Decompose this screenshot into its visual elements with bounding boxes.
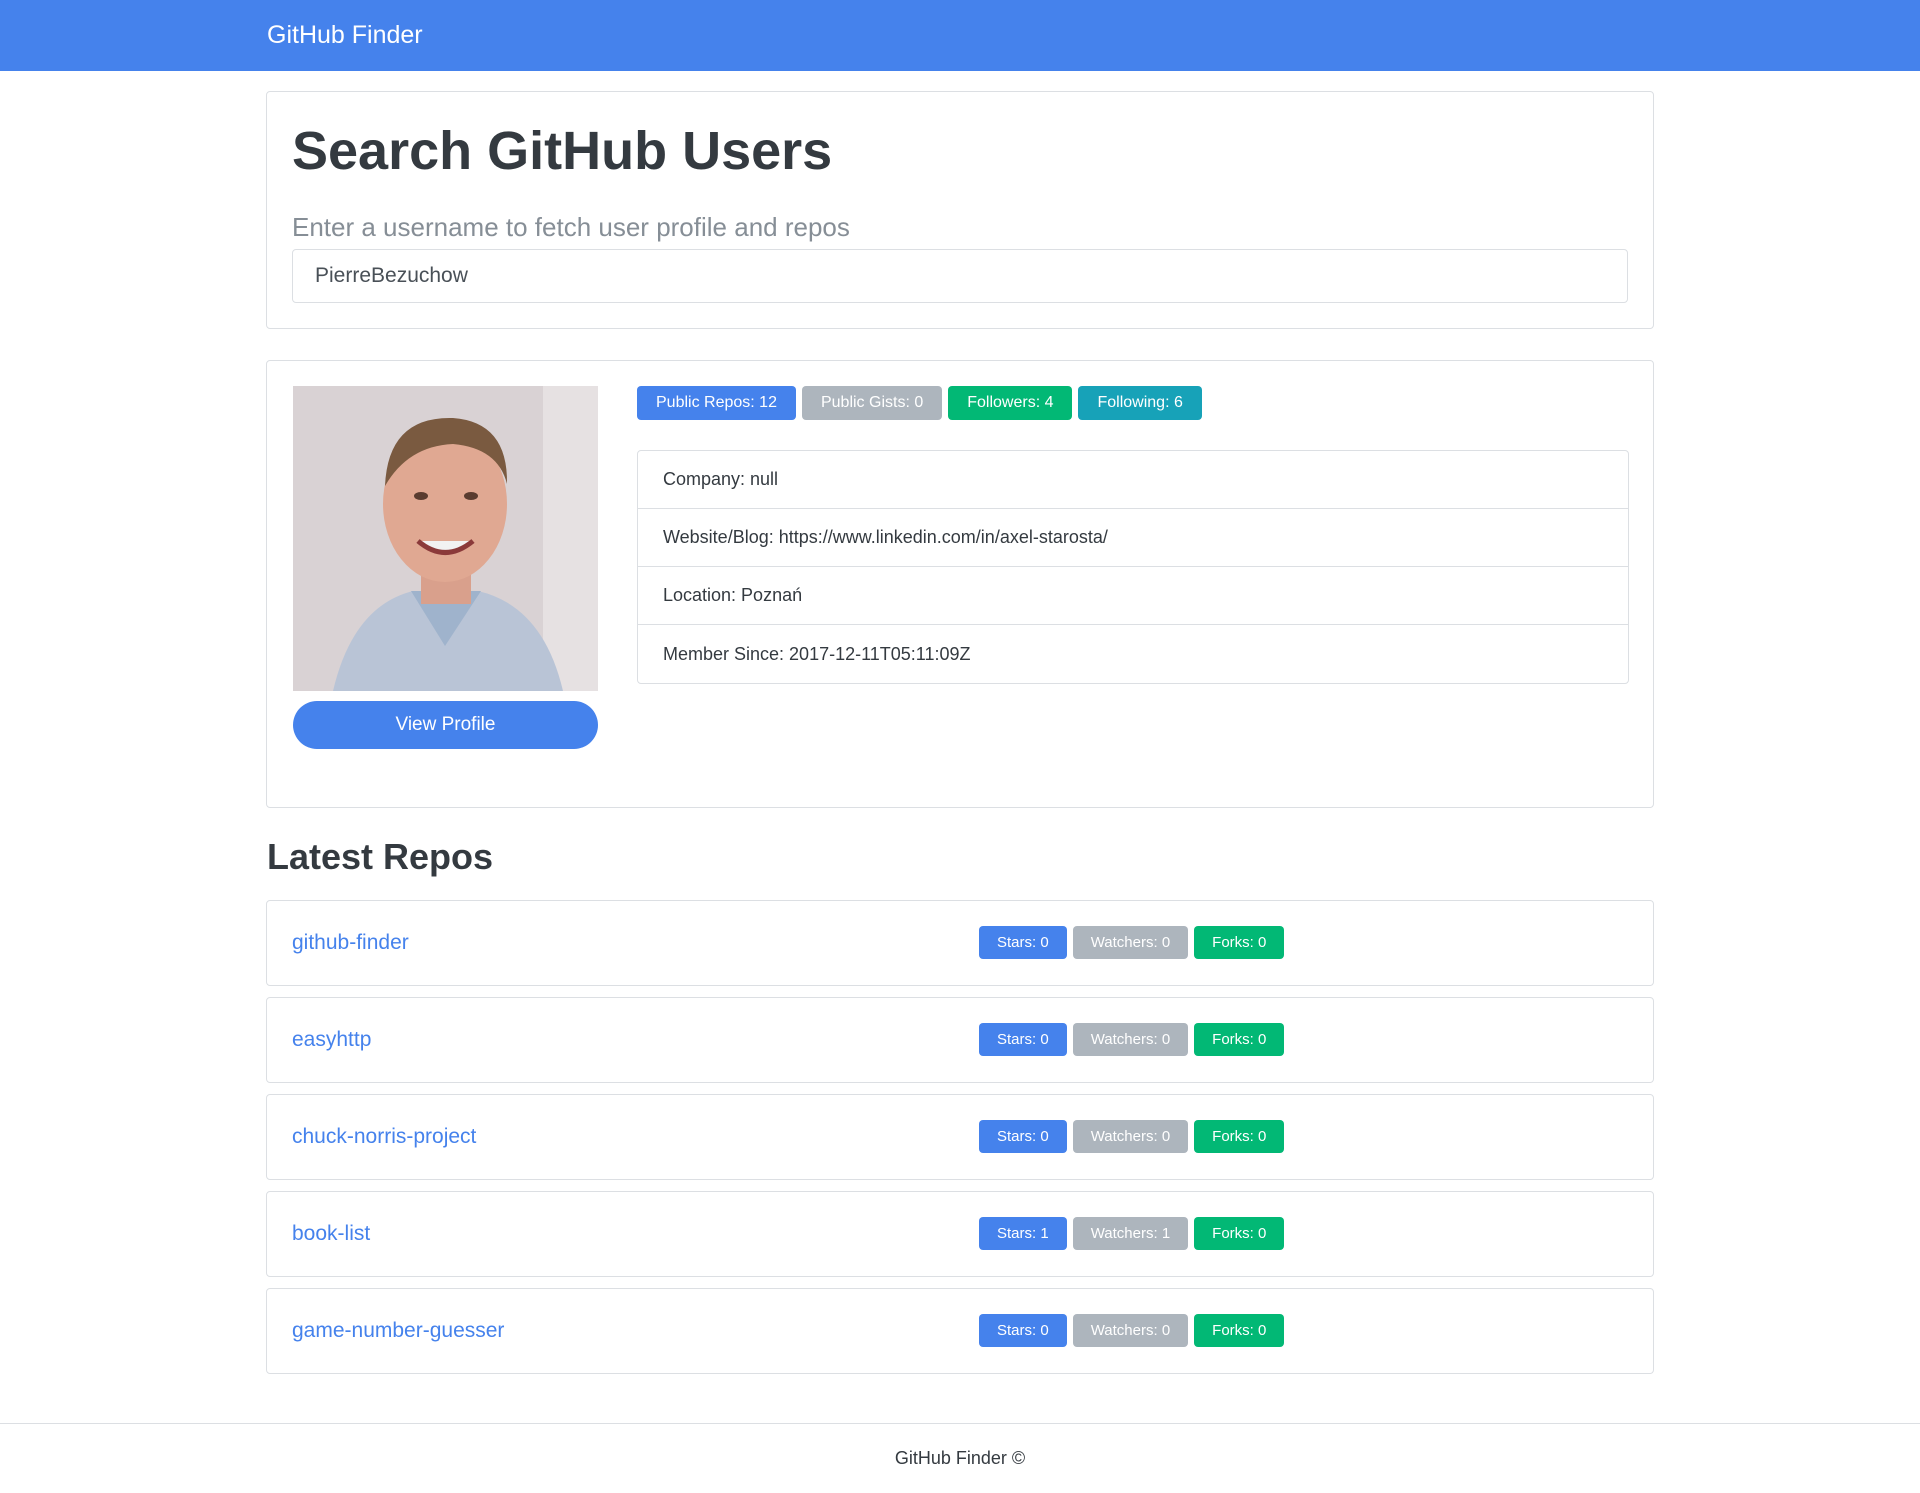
watchers-badge: Watchers: 0 (1072, 926, 1189, 959)
stars-badge: Stars: 0 (979, 1314, 1067, 1347)
forks-badge: Forks: 0 (1194, 1217, 1285, 1250)
repo-link[interactable]: book-list (292, 1192, 370, 1276)
public-gists-badge: Public Gists: 0 (801, 386, 943, 420)
watchers-badge: Watchers: 1 (1072, 1217, 1189, 1250)
member-since-item: Member Since: 2017-12-11T05:11:09Z (663, 643, 971, 664)
followers-badge: Followers: 4 (948, 386, 1073, 420)
avatar (293, 386, 598, 691)
repo-link[interactable]: github-finder (292, 901, 409, 985)
search-input[interactable] (292, 249, 1628, 303)
repo-card: game-number-guesser Stars: 0 Watchers: 0… (266, 1288, 1654, 1374)
company-item: Company: null (638, 451, 1628, 509)
footer-text: GitHub Finder © (894, 1448, 1026, 1468)
search-title: Search GitHub Users (292, 121, 833, 181)
profile-info-list: Company: null Website/Blog: https://www.… (637, 450, 1629, 684)
profile-card: View Profile Public Repos: 12 Public Gis… (266, 360, 1654, 808)
following-badge: Following: 6 (1078, 386, 1202, 420)
forks-badge: Forks: 0 (1194, 1023, 1285, 1056)
repo-badges: Stars: 0 Watchers: 0 Forks: 0 (979, 1120, 1285, 1153)
repo-badges: Stars: 0 Watchers: 0 Forks: 0 (979, 926, 1285, 959)
website-item: Website/Blog: https://www.linkedin.com/i… (638, 509, 1628, 567)
repo-badges: Stars: 1 Watchers: 1 Forks: 0 (979, 1217, 1285, 1250)
avatar-photo (293, 386, 598, 691)
stars-badge: Stars: 0 (979, 1120, 1067, 1153)
repo-link[interactable]: game-number-guesser (292, 1289, 504, 1373)
forks-badge: Forks: 0 (1194, 926, 1285, 959)
watchers-badge: Watchers: 0 (1072, 1314, 1189, 1347)
latest-repos-title: Latest Repos (267, 836, 494, 877)
repo-badges: Stars: 0 Watchers: 0 Forks: 0 (979, 1314, 1285, 1347)
repo-card: chuck-norris-project Stars: 0 Watchers: … (266, 1094, 1654, 1180)
watchers-badge: Watchers: 0 (1072, 1120, 1189, 1153)
stars-badge: Stars: 0 (979, 926, 1067, 959)
repo-card: book-list Stars: 1 Watchers: 1 Forks: 0 (266, 1191, 1654, 1277)
repo-card: github-finder Stars: 0 Watchers: 0 Forks… (266, 900, 1654, 986)
public-repos-badge: Public Repos: 12 (637, 386, 796, 420)
forks-badge: Forks: 0 (1194, 1120, 1285, 1153)
repo-link[interactable]: easyhttp (292, 998, 371, 1082)
stars-badge: Stars: 0 (979, 1023, 1067, 1056)
forks-badge: Forks: 0 (1194, 1314, 1285, 1347)
search-card: Search GitHub Users Enter a username to … (266, 91, 1654, 329)
repo-link[interactable]: chuck-norris-project (292, 1095, 476, 1179)
repo-badges: Stars: 0 Watchers: 0 Forks: 0 (979, 1023, 1285, 1056)
navbar-brand[interactable]: GitHub Finder (267, 21, 423, 50)
navbar: GitHub Finder (0, 0, 1920, 71)
profile-stat-badges: Public Repos: 12 Public Gists: 0 Followe… (637, 386, 1202, 420)
search-lead: Enter a username to fetch user profile a… (292, 212, 850, 242)
repo-card: easyhttp Stars: 0 Watchers: 0 Forks: 0 (266, 997, 1654, 1083)
view-profile-button[interactable]: View Profile (293, 701, 598, 749)
watchers-badge: Watchers: 0 (1072, 1023, 1189, 1056)
main-container: Search GitHub Users Enter a username to … (266, 91, 1654, 1374)
footer: GitHub Finder © (0, 1423, 1920, 1493)
stars-badge: Stars: 1 (979, 1217, 1067, 1250)
location-item: Location: Poznań (638, 567, 1628, 625)
